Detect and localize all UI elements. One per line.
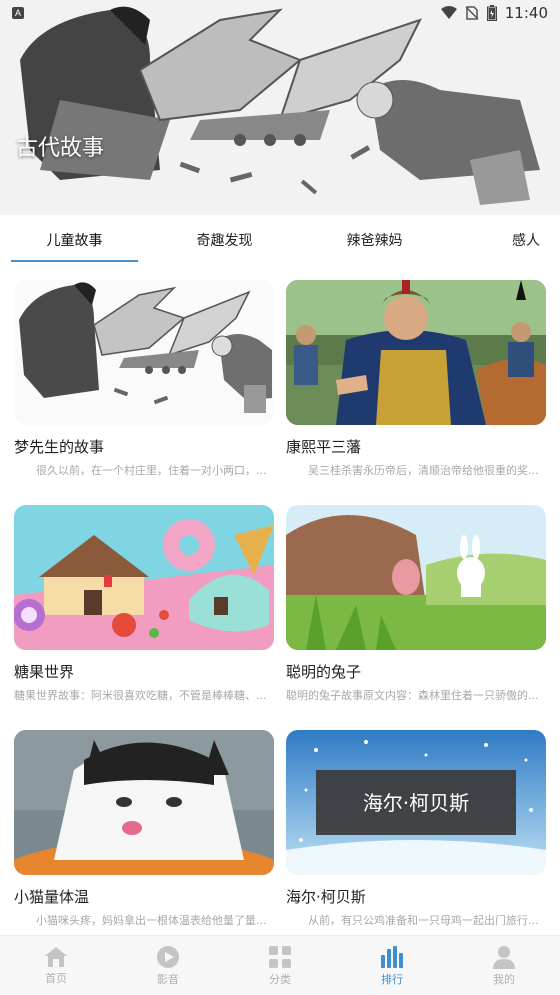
story-card[interactable]: 梦先生的故事 很久以前，在一个村庄里，住着一对小两口，...: [14, 280, 274, 477]
tab-touching[interactable]: 感人: [500, 222, 560, 262]
nav-label: 首页: [45, 971, 67, 985]
grid-icon: [269, 945, 291, 968]
nav-label: 分类: [269, 972, 291, 986]
home-icon: [45, 946, 67, 967]
bottom-navigation: 首页 影音 分类 排行 我的: [0, 935, 560, 995]
story-description: 吴三桂杀害永历帝后，清顺治帝给他很重的奖...: [308, 464, 539, 477]
nav-home[interactable]: 首页: [0, 936, 112, 995]
story-card[interactable]: 海尔·柯贝斯 海尔·柯贝斯 从前，有只公鸡准备和一只母鸡一起出门旅行...: [286, 730, 546, 927]
notification-a-icon: A: [12, 7, 24, 19]
nav-label: 排行: [381, 972, 403, 986]
story-thumbnail[interactable]: [14, 280, 274, 425]
user-icon: [493, 945, 515, 969]
story-card[interactable]: 小猫量体温 小猫咪头疼，妈妈拿出一根体温表给他量了量...: [14, 730, 274, 927]
nav-label: 我的: [493, 972, 515, 986]
wifi-icon: [440, 6, 457, 19]
active-tab-indicator: [11, 260, 138, 262]
story-thumbnail[interactable]: [14, 730, 274, 875]
story-description: 小猫咪头疼，妈妈拿出一根体温表给他量了量...: [36, 914, 267, 927]
story-description: 从前，有只公鸡准备和一只母鸡一起出门旅行...: [308, 914, 539, 927]
nav-profile[interactable]: 我的: [448, 936, 560, 995]
story-description: 糖果世界故事：阿米很喜欢吃糖，不管是棒棒糖、...: [14, 689, 267, 702]
story-card[interactable]: 聪明的兔子 聪明的兔子故事原文内容：森林里住着一只骄傲的...: [286, 505, 546, 702]
no-sim-icon: [465, 6, 479, 20]
tab-hot-parents[interactable]: 辣爸辣妈: [311, 222, 438, 262]
nav-label: 影音: [157, 972, 179, 986]
tab-fun-discovery[interactable]: 奇趣发现: [161, 222, 288, 262]
story-title[interactable]: 海尔·柯贝斯: [286, 886, 366, 907]
story-thumbnail[interactable]: 海尔·柯贝斯: [286, 730, 546, 875]
status-bar: A 11:40: [0, 0, 560, 26]
story-thumbnail[interactable]: [286, 280, 546, 425]
story-description: 很久以前，在一个村庄里，住着一对小两口，...: [36, 464, 267, 477]
story-card[interactable]: 康熙平三藩 吴三桂杀害永历帝后，清顺治帝给他很重的奖...: [286, 280, 546, 477]
status-time: 11:40: [504, 4, 548, 22]
battery-icon: [486, 5, 497, 21]
banner-title: 古代故事: [16, 136, 105, 161]
play-icon: [157, 945, 179, 968]
nav-ranking[interactable]: 排行: [336, 936, 448, 995]
tab-children-stories[interactable]: 儿童故事: [11, 222, 138, 262]
story-thumbnail[interactable]: [286, 505, 546, 650]
category-tabs: 儿童故事 奇趣发现 辣爸辣妈 感人: [0, 222, 560, 264]
nav-media[interactable]: 影音: [112, 936, 224, 995]
story-card[interactable]: 糖果世界 糖果世界故事：阿米很喜欢吃糖，不管是棒棒糖、...: [14, 505, 274, 702]
nav-category[interactable]: 分类: [224, 936, 336, 995]
story-title[interactable]: 康熙平三藩: [286, 436, 361, 457]
story-title[interactable]: 梦先生的故事: [14, 436, 104, 457]
story-title[interactable]: 小猫量体温: [14, 886, 89, 907]
banner-illustration: [0, 0, 560, 215]
story-description: 聪明的兔子故事原文内容：森林里住着一只骄傲的...: [286, 689, 539, 702]
thumbnail-sign-text: 海尔·柯贝斯: [363, 791, 469, 815]
story-title[interactable]: 糖果世界: [14, 661, 74, 682]
story-title[interactable]: 聪明的兔子: [286, 661, 361, 682]
story-thumbnail[interactable]: [14, 505, 274, 650]
banner[interactable]: 古代故事: [0, 0, 560, 215]
bar-chart-icon: [381, 945, 403, 968]
